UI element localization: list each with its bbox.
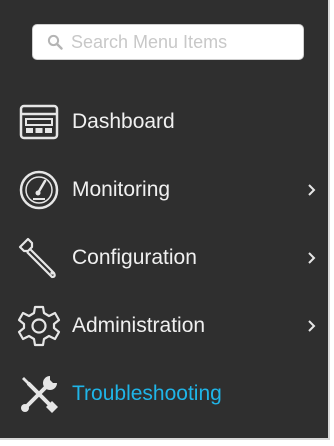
menu-item-dashboard[interactable]: Dashboard (0, 88, 328, 156)
chevron-right-icon (306, 250, 318, 266)
menu-item-label: Troubleshooting (72, 382, 222, 405)
menu-item-configuration[interactable]: Configuration (0, 224, 328, 292)
menu-item-label: Administration (72, 314, 206, 337)
search-input[interactable] (71, 27, 281, 57)
menu-item-label: Dashboard (72, 110, 175, 133)
chevron-right-icon (306, 182, 318, 198)
menu-list: Dashboard Monitoring Configuration Admin… (0, 88, 328, 428)
menu-item-monitoring[interactable]: Monitoring (0, 156, 328, 224)
chevron-right-icon (306, 318, 318, 334)
tools-icon (16, 371, 62, 417)
gear-icon (16, 303, 62, 349)
menu-item-label: Configuration (72, 246, 197, 269)
search-box[interactable] (32, 24, 304, 60)
wrench-icon (16, 235, 62, 281)
menu-item-label: Monitoring (72, 178, 171, 201)
search-icon (47, 34, 63, 50)
gauge-icon (16, 167, 62, 213)
menu-item-troubleshooting[interactable]: Troubleshooting (0, 360, 328, 428)
menu-item-administration[interactable]: Administration (0, 292, 328, 360)
dashboard-icon (16, 99, 62, 145)
sidebar-menu: Dashboard Monitoring (0, 0, 330, 440)
